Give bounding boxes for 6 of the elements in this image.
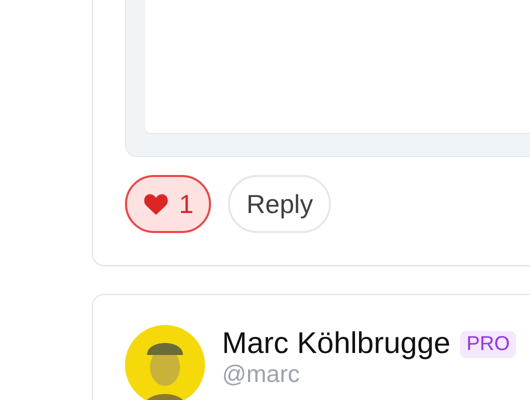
reply-button[interactable]: Reply: [228, 175, 331, 233]
author-name: Marc Köhlbrugge: [222, 327, 450, 361]
pro-badge: PRO: [460, 330, 516, 358]
like-button[interactable]: 1: [125, 175, 212, 233]
heart-icon: [143, 192, 169, 216]
author-handle: @marc: [222, 361, 301, 389]
